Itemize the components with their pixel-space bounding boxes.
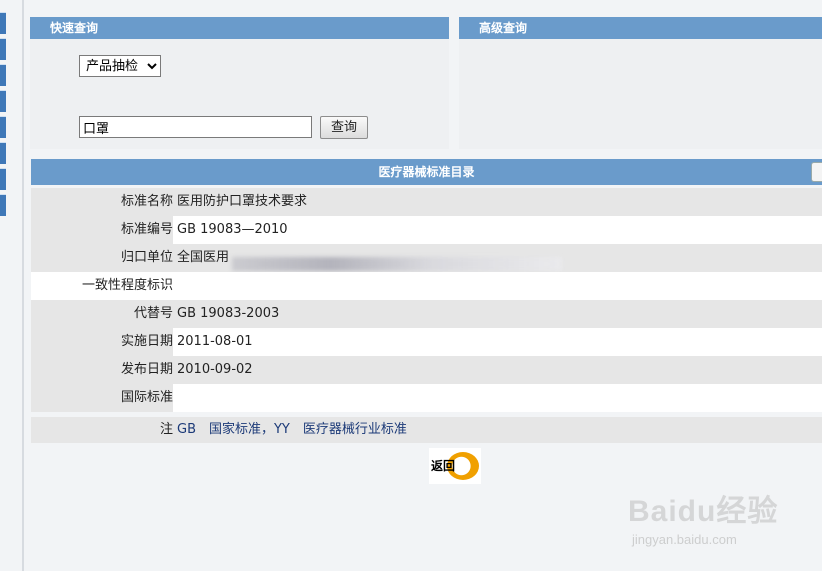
search-input[interactable] <box>79 116 312 138</box>
redacted-blur <box>232 257 562 271</box>
field-label: 标准名称 <box>31 188 173 216</box>
left-nav-strip[interactable] <box>0 0 6 220</box>
detail-row: 国际标准 <box>31 384 822 412</box>
field-label: 归口单位 <box>31 244 173 272</box>
watermark-url: jingyan.baidu.com <box>632 532 737 547</box>
field-value: 全国医用 <box>177 250 230 265</box>
field-value: 医用防护口罩技术要求 <box>177 194 308 209</box>
field-value: GB 19083-2003 <box>177 306 280 321</box>
note-value: GB 国家标准，YY 医疗器械行业标准 <box>177 417 407 443</box>
left-divider <box>22 0 24 571</box>
corner-button[interactable] <box>811 162 822 182</box>
advanced-search-title[interactable]: 高级查询 <box>459 17 822 39</box>
field-label: 发布日期 <box>31 356 173 384</box>
back-button[interactable]: 返回 <box>429 448 481 484</box>
search-button[interactable]: 查询 <box>320 116 368 139</box>
quick-search-panel: 快速查询 产品抽检 查询 <box>30 17 449 149</box>
detail-row: 代替号 GB 19083-2003 <box>31 300 822 328</box>
back-button-label: 返回 <box>431 459 456 473</box>
detail-row: 标准名称 医用防护口罩技术要求 <box>31 188 822 216</box>
note-text: GB 国家标准，YY 医疗器械行业标准 <box>177 422 407 437</box>
detail-row: 实施日期 2011-08-01 <box>31 328 822 356</box>
detail-row: 发布日期 2010-09-02 <box>31 356 822 384</box>
quick-search-title: 快速查询 <box>30 17 449 39</box>
catalog-title: 医疗器械标准目录 <box>31 159 822 185</box>
detail-row: 标准编号 GB 19083—2010 <box>31 216 822 244</box>
field-label: 标准编号 <box>31 216 173 244</box>
field-label: 一致性程度标识 <box>31 272 173 300</box>
field-value: GB 19083—2010 <box>177 222 288 237</box>
advanced-search-panel: 高级查询 <box>459 17 822 149</box>
field-label: 国际标准 <box>31 384 173 412</box>
field-label: 代替号 <box>31 300 173 328</box>
field-value: 2010-09-02 <box>177 362 253 377</box>
note-row: 注 GB 国家标准，YY 医疗器械行业标准 <box>31 417 822 443</box>
field-value: 2011-08-01 <box>177 334 253 349</box>
watermark-logo: Baidu经验 <box>628 495 779 528</box>
detail-row: 一致性程度标识 <box>31 272 822 300</box>
note-label: 注 <box>31 417 173 443</box>
field-label: 实施日期 <box>31 328 173 356</box>
catalog-title-text: 医疗器械标准目录 <box>378 165 475 179</box>
search-type-select[interactable]: 产品抽检 <box>79 55 161 77</box>
